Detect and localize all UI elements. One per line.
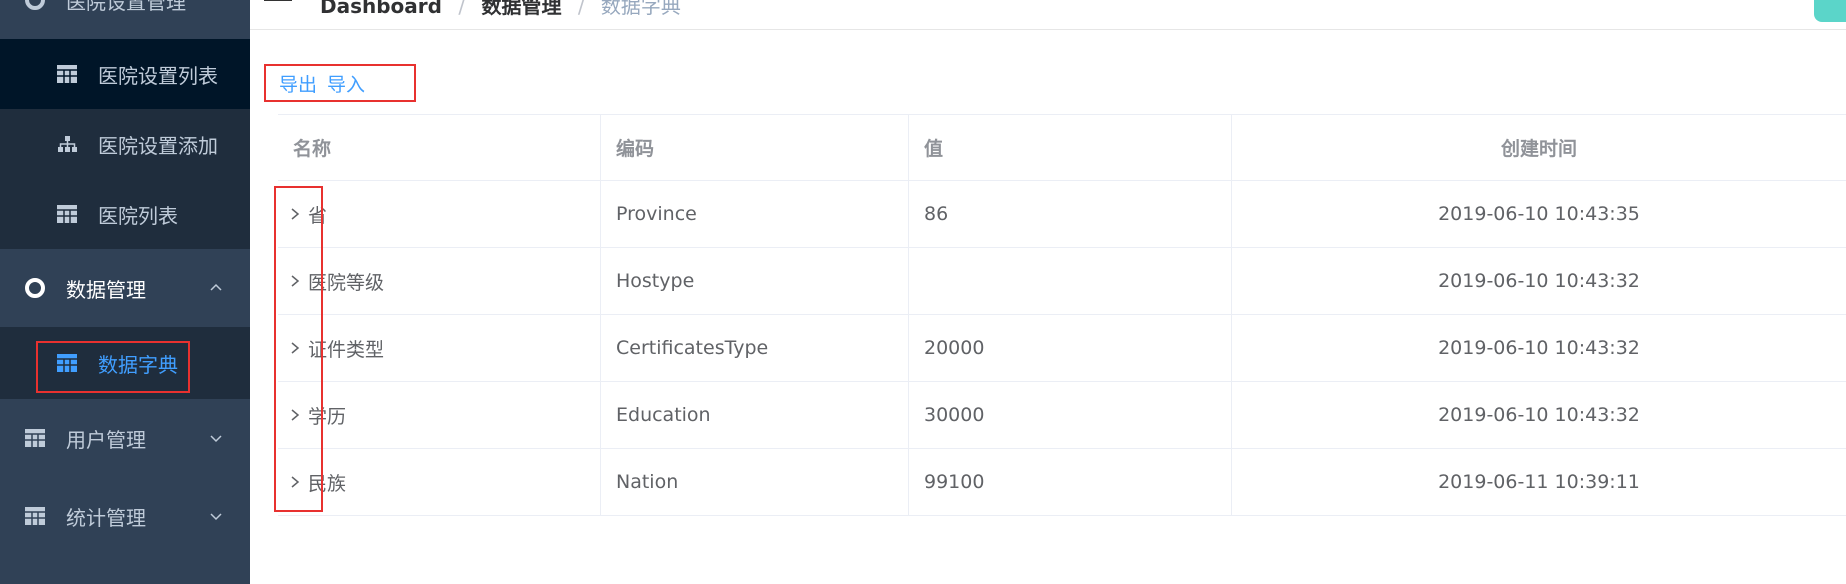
column-header-created: 创建时间 [1500,138,1577,160]
table-row: 省 Province 86 2019-06-10 10:43:35 [278,181,1846,248]
circle-icon [24,0,46,11]
cell-name: 医院等级 [308,271,385,294]
breadcrumb-separator: / [577,0,585,18]
menu-data-management[interactable]: 数据管理 [0,249,250,327]
cell-code: CertificatesType [601,315,909,381]
table-icon [56,352,78,374]
column-header-name: 名称 [278,115,601,180]
cell-value: 20000 [909,315,1232,381]
menu-hospital-settings[interactable]: 医院设置管理 [0,0,250,39]
expand-arrow-icon[interactable] [286,473,304,491]
table-row: 证件类型 CertificatesType 20000 2019-06-10 1… [278,315,1846,382]
avatar[interactable] [1814,0,1846,22]
cell-value: 30000 [909,382,1232,448]
tree-icon [56,133,78,155]
table-icon [56,63,78,85]
menu-user-management[interactable]: 用户管理 [0,399,250,477]
menu-statistics-management[interactable]: 统计管理 [0,477,250,555]
circle-icon [24,277,46,299]
cell-name: 学历 [308,405,347,428]
cell-code: Hostype [601,248,909,314]
menu-hospital-settings-add[interactable]: 医院设置添加 [0,109,250,179]
cell-code: Province [601,181,909,247]
sidebar: 医院设置管理 医院设置列表 医院设置添加 医院列表 数据管理 数据字典 用户管理… [0,0,250,584]
cell-name: 省 [308,204,328,227]
table-icon [56,203,78,225]
expand-arrow-icon[interactable] [286,339,304,357]
chevron-down-icon [210,513,222,521]
cell-code: Education [601,382,909,448]
breadcrumb: Dashboard / 数据管理 / 数据字典 [320,0,681,19]
dictionary-table: 名称 编码 值 创建时间 省 Province 86 2019-06-10 10… [278,114,1846,516]
cell-name: 证件类型 [308,338,385,361]
table-icon [24,427,46,449]
import-link[interactable]: 导入 [327,70,365,97]
hamburger-icon[interactable] [264,0,292,4]
navbar: Dashboard / 数据管理 / 数据字典 [250,0,1846,30]
table-row: 学历 Education 30000 2019-06-10 10:43:32 [278,382,1846,449]
menu-label: 统计管理 [66,505,146,530]
cell-code: Nation [601,449,909,515]
cell-name: 民族 [308,472,347,495]
cell-value: 86 [909,181,1232,247]
breadcrumb-item-data-dictionary: 数据字典 [600,0,681,18]
cell-created: 2019-06-10 10:43:32 [1438,337,1640,359]
menu-label: 医院设置管理 [66,0,186,14]
table-row: 医院等级 Hostype 2019-06-10 10:43:32 [278,248,1846,315]
chevron-down-icon [210,435,222,443]
cell-created: 2019-06-10 10:43:32 [1438,270,1640,292]
column-header-value: 值 [909,115,1232,180]
cell-value: 99100 [909,449,1232,515]
breadcrumb-separator: / [458,0,466,18]
menu-label: 用户管理 [66,427,146,452]
breadcrumb-item-data-management[interactable]: 数据管理 [481,0,561,18]
export-link[interactable]: 导出 [279,70,317,97]
menu-label: 医院列表 [98,203,178,228]
cell-created: 2019-06-11 10:39:11 [1438,471,1640,493]
breadcrumb-item-dashboard[interactable]: Dashboard [320,0,442,18]
expand-arrow-icon[interactable] [286,205,304,223]
menu-data-dictionary[interactable]: 数据字典 [0,327,250,399]
cell-created: 2019-06-10 10:43:35 [1438,203,1640,225]
chevron-up-icon [210,283,222,291]
table-icon [24,505,46,527]
menu-label: 医院设置列表 [98,63,218,88]
cell-value [909,248,1232,314]
menu-label: 数据字典 [98,352,178,377]
cell-created: 2019-06-10 10:43:32 [1438,404,1640,426]
expand-arrow-icon[interactable] [286,406,304,424]
toolbar: 导出 导入 [264,64,416,102]
menu-label: 医院设置添加 [98,133,218,158]
column-header-code: 编码 [601,115,909,180]
expand-arrow-icon[interactable] [286,272,304,290]
table-row: 民族 Nation 99100 2019-06-11 10:39:11 [278,449,1846,516]
menu-hospital-settings-list[interactable]: 医院设置列表 [0,39,250,109]
menu-hospital-list[interactable]: 医院列表 [0,179,250,249]
menu-label: 数据管理 [66,277,146,302]
table-header: 名称 编码 值 创建时间 [278,114,1846,181]
